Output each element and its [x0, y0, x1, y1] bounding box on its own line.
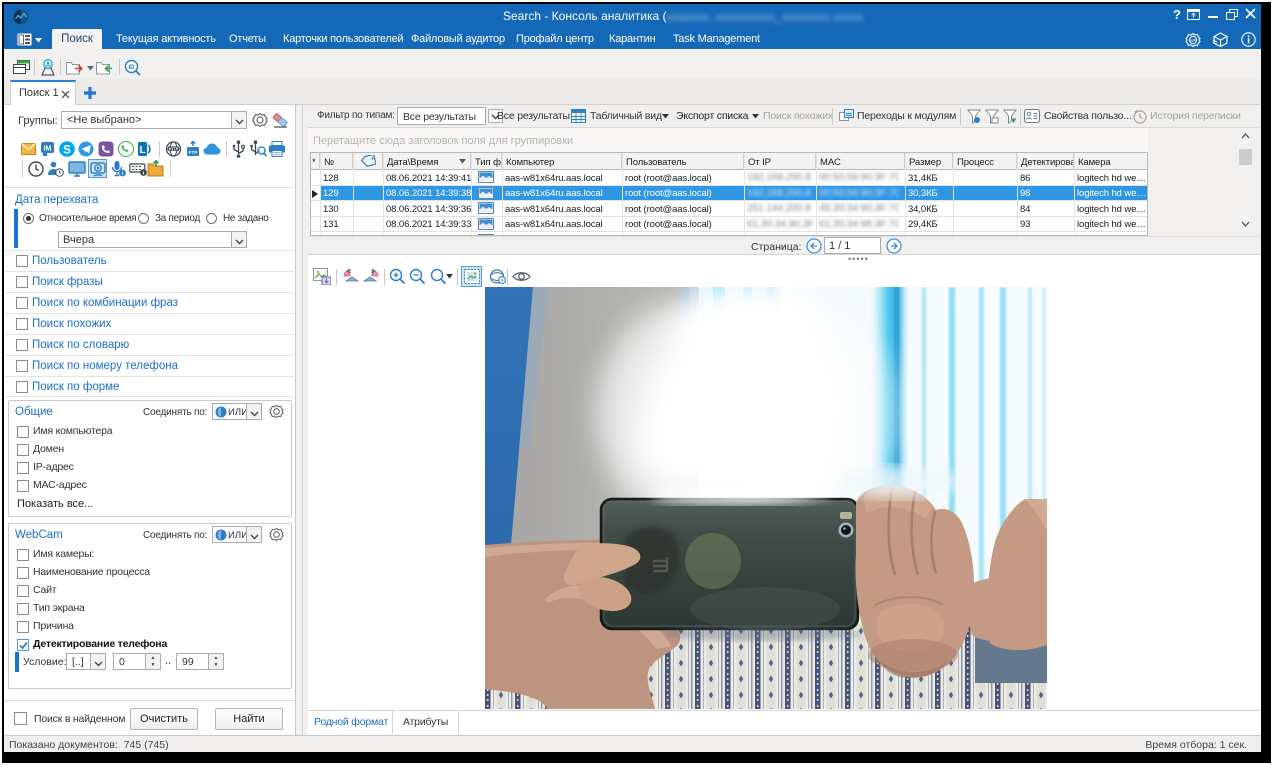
svg-text:API: API: [1189, 38, 1196, 43]
svg-text:L: L: [139, 145, 145, 156]
svg-text:IM: IM: [44, 146, 52, 153]
svg-text:HTTP: HTTP: [169, 147, 179, 151]
svg-text:ID: ID: [129, 65, 136, 71]
svg-text:S: S: [63, 145, 71, 157]
svg-text:FTP: FTP: [189, 150, 198, 155]
